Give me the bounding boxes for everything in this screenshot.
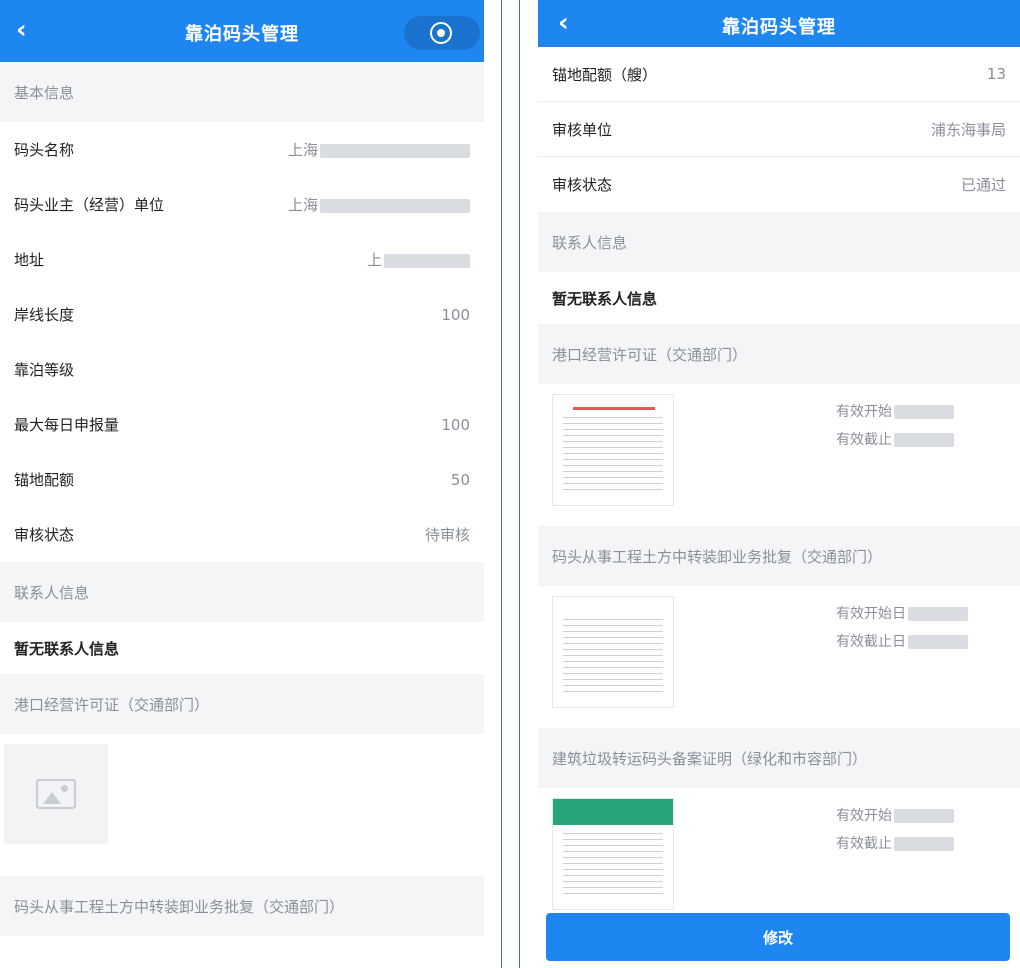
valid-end: 有效截止日	[836, 628, 968, 656]
top-bar: ‹ 靠泊码头管理	[538, 0, 1020, 47]
row-label: 锚地配额（艘）	[552, 65, 658, 84]
row-label: 锚地配额	[14, 471, 75, 489]
section-contacts: 联系人信息	[538, 212, 1020, 272]
valid-start: 有效开始	[836, 398, 954, 426]
no-contacts-text: 暂无联系人信息	[14, 639, 120, 658]
row-label: 码头业主（经营）单位	[14, 196, 165, 214]
row-label: 审核状态	[14, 526, 75, 544]
valid-end: 有效截止	[836, 830, 954, 858]
section-earthwork-approval: 码头从事工程土方中转装卸业务批复（交通部门）	[0, 876, 484, 936]
blurred-text	[908, 635, 968, 649]
doc-text-lines	[563, 833, 663, 899]
doc-title-line	[573, 407, 655, 410]
cert-earthwork-approval: 有效开始日 有效截止日	[538, 586, 1020, 728]
row-value: 100	[441, 415, 470, 434]
row-review-status: 审核状态 已通过	[538, 157, 1020, 212]
modify-button[interactable]: 修改	[546, 913, 1010, 961]
cert-thumbnail[interactable]	[552, 798, 674, 910]
right-screen: ‹ 靠泊码头管理 锚地配额（艘） 13 审核单位 浦东海事局 审核状态 已通过 …	[538, 0, 1020, 968]
blurred-text	[384, 253, 470, 268]
row-label: 地址	[14, 251, 45, 269]
row-value: 100	[441, 305, 470, 324]
valid-end: 有效截止	[836, 426, 954, 454]
blurred-text	[894, 405, 954, 419]
cert-thumbnail[interactable]	[552, 394, 674, 506]
blurred-text	[894, 809, 954, 823]
no-contacts-text: 暂无联系人信息	[552, 289, 658, 308]
row-shoreline-length: 岸线长度 100	[0, 287, 484, 342]
doc-header-band	[553, 799, 673, 825]
row-value: 待审核	[424, 526, 470, 544]
cert-port-license: 有效开始 有效截止	[538, 384, 1020, 526]
blurred-text	[894, 433, 954, 447]
row-label: 最大每日申报量	[14, 416, 120, 434]
cert-construction-waste-filing: 有效开始 有效截止	[538, 788, 1020, 930]
screen-divider	[519, 0, 520, 968]
valid-start: 有效开始	[836, 802, 954, 830]
port-license-image-area	[0, 744, 484, 876]
valid-start: 有效开始日	[836, 600, 968, 628]
doc-text-lines	[563, 619, 663, 697]
row-value: 上	[367, 249, 470, 270]
row-value: 上海	[288, 139, 470, 160]
record-icon[interactable]	[430, 22, 452, 44]
cert-validity: 有效开始 有效截止	[836, 398, 954, 454]
row-value: 13	[986, 65, 1006, 83]
section-basic-info: 基本信息	[0, 62, 484, 122]
section-port-license: 港口经营许可证（交通部门）	[538, 324, 1020, 384]
page-title: 靠泊码头管理	[722, 17, 836, 38]
row-review-status: 审核状态 待审核	[0, 507, 484, 562]
blurred-text	[908, 607, 968, 621]
cert-validity: 有效开始日 有效截止日	[836, 600, 968, 656]
image-icon	[36, 779, 76, 809]
left-screen: ‹ 靠泊码头管理 基本信息 码头名称 上海 码头业主（经营）单位 上海 地址 上…	[0, 0, 484, 968]
top-bar: ‹ 靠泊码头管理	[0, 0, 484, 62]
row-dock-name: 码头名称 上海	[0, 122, 484, 177]
row-owner-unit: 码头业主（经营）单位 上海	[0, 177, 484, 232]
section-contacts: 联系人信息	[0, 562, 484, 622]
detail-list: 基本信息 码头名称 上海 码头业主（经营）单位 上海 地址 上 岸线长度 100…	[0, 62, 484, 936]
row-value: 上海	[288, 194, 470, 215]
image-placeholder[interactable]	[4, 744, 108, 844]
cert-validity: 有效开始 有效截止	[836, 802, 954, 858]
row-value: 已通过	[960, 176, 1006, 194]
row-value: 50	[450, 470, 470, 489]
row-label: 审核单位	[552, 120, 613, 139]
section-earthwork-approval: 码头从事工程土方中转装卸业务批复（交通部门）	[538, 526, 1020, 586]
row-label: 岸线长度	[14, 306, 75, 324]
row-max-daily-declaration: 最大每日申报量 100	[0, 397, 484, 452]
blurred-text	[320, 143, 470, 158]
blurred-text	[320, 198, 470, 213]
screen-divider	[501, 0, 502, 968]
blurred-text	[894, 837, 954, 851]
row-anchorage-quota-ships: 锚地配额（艘） 13	[538, 47, 1020, 102]
mini-program-capsule[interactable]	[404, 16, 480, 50]
row-label: 靠泊等级	[14, 361, 75, 379]
doc-text-lines	[563, 417, 663, 495]
row-label: 码头名称	[14, 141, 75, 159]
detail-list: 锚地配额（艘） 13 审核单位 浦东海事局 审核状态 已通过 联系人信息 暂无联…	[538, 47, 1020, 930]
row-anchorage-quota: 锚地配额 50	[0, 452, 484, 507]
section-construction-waste-filing: 建筑垃圾转运码头备案证明（绿化和市容部门）	[538, 728, 1020, 788]
row-label: 审核状态	[552, 176, 613, 194]
section-port-license: 港口经营许可证（交通部门）	[0, 674, 484, 734]
cert-thumbnail[interactable]	[552, 596, 674, 708]
row-berth-grade: 靠泊等级	[0, 342, 484, 397]
row-address: 地址 上	[0, 232, 484, 287]
row-value: 浦东海事局	[930, 120, 1006, 139]
row-review-unit: 审核单位 浦东海事局	[538, 102, 1020, 157]
